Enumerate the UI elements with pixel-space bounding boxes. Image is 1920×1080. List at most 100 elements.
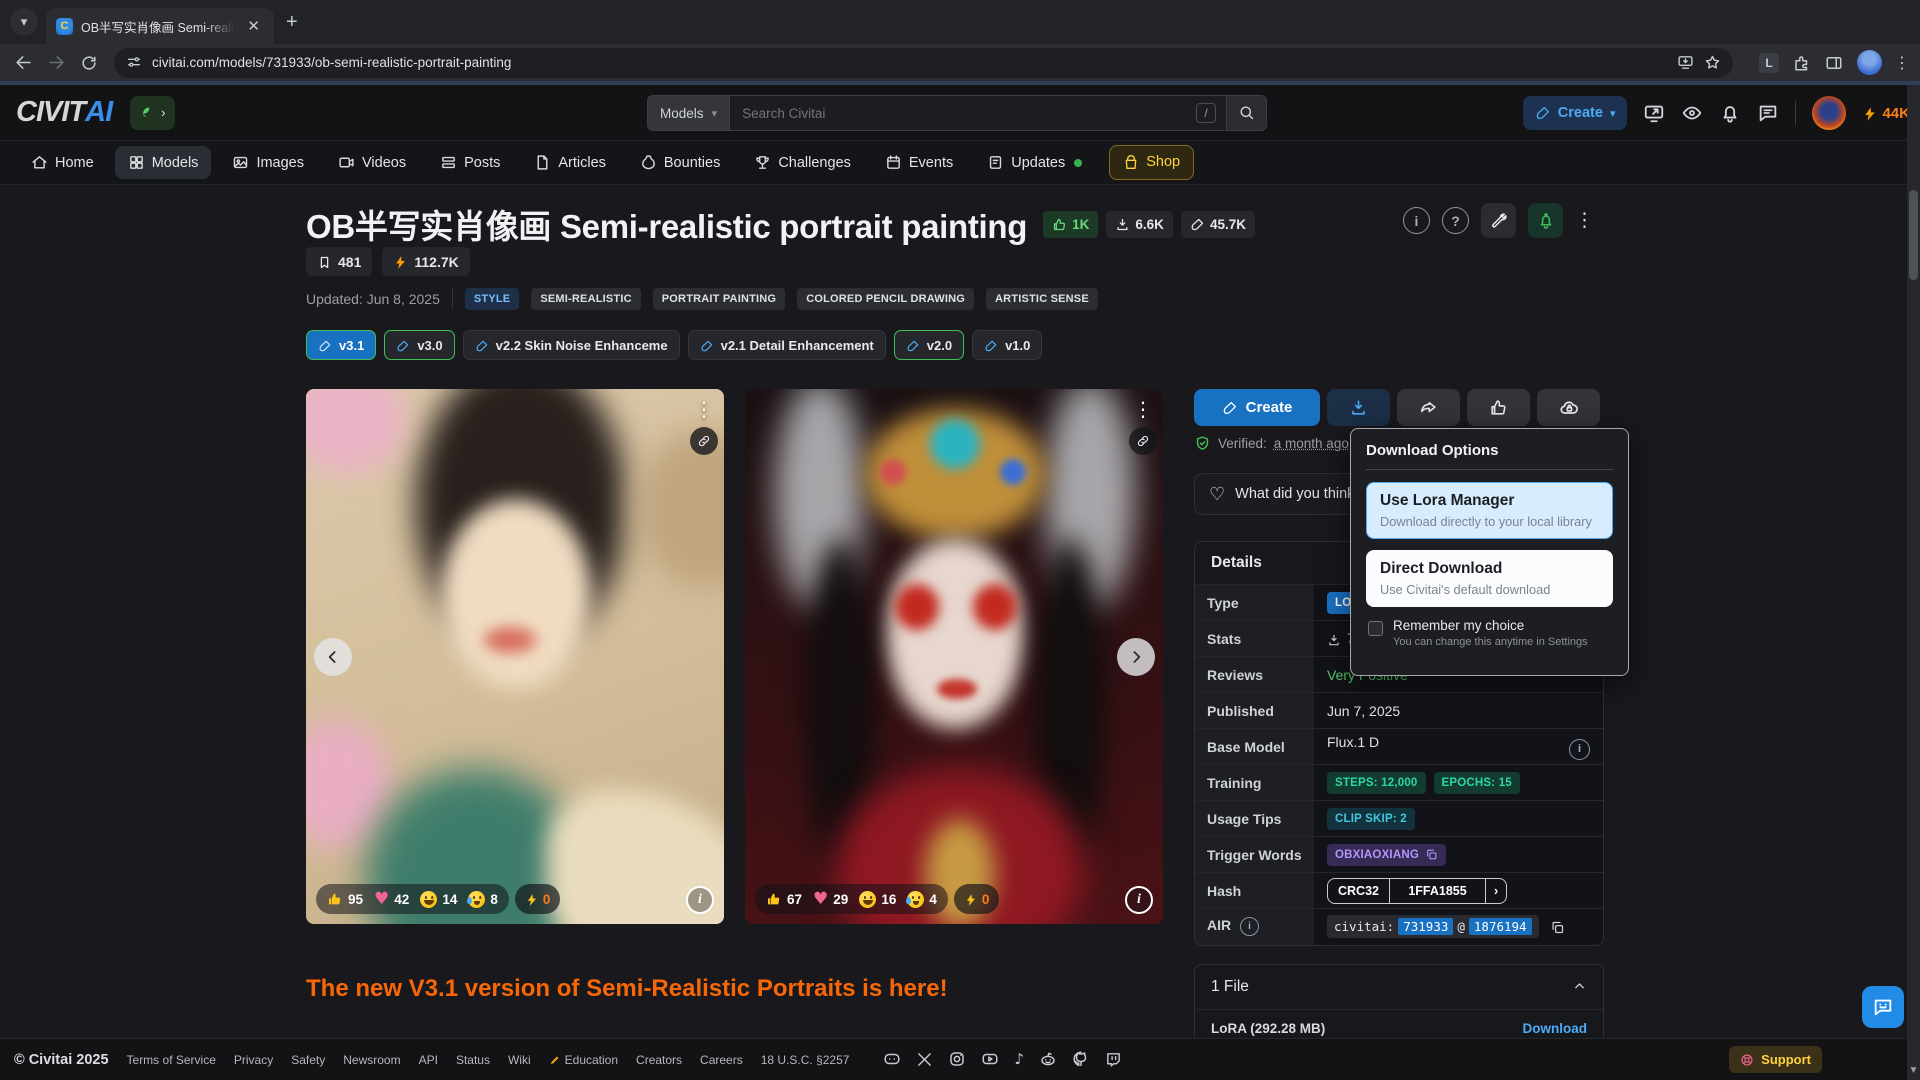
scrollbar-thumb[interactable] [1909,190,1918,280]
nav-item-events[interactable]: Events [872,146,966,179]
reaction-heart[interactable]: ♥42 [374,891,409,908]
image-link-icon[interactable] [1129,427,1157,455]
tag-style[interactable]: STYLE [465,288,519,310]
tab-search-button[interactable]: ▾ [10,8,38,36]
tag[interactable]: PORTRAIT PAINTING [653,288,785,310]
forward-button[interactable] [47,53,66,72]
url-bar[interactable]: civitai.com/models/731933/ob-semi-realis… [114,48,1733,78]
tab-close-icon[interactable]: ✕ [243,17,264,36]
bell-icon[interactable] [1719,102,1741,124]
scrollbar-down-arrow[interactable]: ▼ [1907,1065,1920,1076]
reaction-zap[interactable]: 0 [515,884,561,914]
reaction-laugh[interactable]: 16 [859,891,896,908]
help-icon[interactable]: ? [1442,207,1469,234]
reaction-like[interactable]: 95 [327,891,363,907]
search-button[interactable] [1227,95,1267,131]
collapse-chevron-icon[interactable] [1572,978,1587,996]
downloads-badge[interactable]: 6.6K [1106,211,1173,238]
version-tab-v3-0[interactable]: v3.0 [384,330,454,360]
github-icon[interactable] [1072,1050,1090,1068]
gallery-next-button[interactable] [1117,638,1155,676]
nav-item-posts[interactable]: Posts [427,146,513,179]
nav-item-home[interactable]: Home [18,146,107,179]
image-info-icon[interactable]: i [1125,886,1153,914]
support-chat-button[interactable] [1862,986,1904,1028]
footer-link-newsroom[interactable]: Newsroom [343,1053,400,1067]
nav-item-videos[interactable]: Videos [325,146,419,179]
tag[interactable]: COLORED PENCIL DRAWING [797,288,974,310]
nav-item-bounties[interactable]: Bounties [627,146,733,179]
gallery-image-1[interactable]: ⋮ 95 ♥42 14 8 0 i [306,389,724,924]
reload-button[interactable] [80,54,98,72]
extension-l-icon[interactable]: L [1759,53,1779,73]
footer-link-status[interactable]: Status [456,1053,490,1067]
option-lora-manager[interactable]: Use Lora Manager Download directly to yo… [1366,482,1613,539]
reaction-heart[interactable]: ♥29 [813,891,848,908]
nav-item-shop[interactable]: Shop [1109,145,1194,179]
copy-icon[interactable] [1550,918,1565,934]
bookmark-star-icon[interactable] [1704,54,1721,72]
generations-badge[interactable]: 45.7K [1181,211,1255,238]
info-icon[interactable]: i [1569,739,1590,760]
reaction-zap[interactable]: 0 [954,884,1000,914]
tiktok-icon[interactable]: ♪ [1014,1050,1024,1068]
new-tab-button[interactable]: + [286,11,298,34]
twitch-icon[interactable] [1105,1050,1122,1068]
reddit-icon[interactable] [1039,1050,1057,1068]
version-tab-v2-2[interactable]: v2.2 Skin Noise Enhanceme [463,330,680,360]
footer-link-education[interactable]: Education [549,1053,618,1067]
version-tab-v2-1[interactable]: v2.1 Detail Enhancement [688,330,886,360]
gallery-image-2[interactable]: ⋮ 67 ♥29 16 4 0 i [745,389,1163,924]
version-tab-v2-0[interactable]: v2.0 [894,330,964,360]
footer-link-terms[interactable]: Terms of Service [127,1053,216,1067]
support-button[interactable]: Support [1729,1046,1822,1073]
footer-link-creators[interactable]: Creators [636,1053,682,1067]
youtube-icon[interactable] [981,1050,999,1068]
nav-item-challenges[interactable]: Challenges [741,146,864,179]
page-scrollbar[interactable]: ▼ [1907,85,1920,1080]
likes-badge[interactable]: 1K [1043,211,1098,238]
save-page-icon[interactable] [1677,54,1694,72]
version-tab-v1-0[interactable]: v1.0 [972,330,1042,360]
user-avatar[interactable] [1812,96,1846,130]
image-menu-icon[interactable]: ⋮ [1133,397,1153,422]
gallery-prev-button[interactable] [314,638,352,676]
nav-item-images[interactable]: Images [219,146,317,179]
footer-link-api[interactable]: API [419,1053,438,1067]
notify-bell-button[interactable] [1528,203,1563,238]
reaction-laugh[interactable]: 14 [420,891,457,908]
site-settings-icon[interactable] [126,54,142,72]
footer-link-careers[interactable]: Careers [700,1053,743,1067]
copy-icon[interactable] [1425,848,1438,861]
browser-profile-avatar[interactable] [1857,50,1882,75]
search-category-select[interactable]: Models ▾ [647,95,729,131]
tag[interactable]: SEMI-REALISTIC [531,288,640,310]
trigger-word-badge[interactable]: OBXIAOXIANG [1327,844,1446,866]
browser-tab[interactable]: C OB半写实肖像画 Semi-realisti ✕ [46,8,274,44]
version-tab-v3-1[interactable]: v3.1 [306,330,376,360]
tools-button[interactable] [1481,203,1516,238]
image-link-icon[interactable] [690,427,718,455]
side-panel-icon[interactable] [1825,54,1843,72]
reaction-cry[interactable]: 4 [907,891,937,908]
info-icon[interactable]: i [1240,917,1259,936]
x-icon[interactable] [916,1050,933,1068]
generation-monitor-icon[interactable] [1643,102,1665,124]
nav-item-articles[interactable]: Articles [521,146,619,179]
tag[interactable]: ARTISTIC SENSE [986,288,1098,310]
reaction-like[interactable]: 67 [766,891,802,907]
header-create-button[interactable]: Create ▾ [1523,96,1628,130]
bookmarks-pill[interactable]: 481 [306,247,372,276]
back-button[interactable] [14,53,33,72]
create-button[interactable]: Create [1194,389,1320,426]
chat-icon[interactable] [1757,102,1779,124]
file-download-link[interactable]: Download [1523,1021,1588,1036]
image-menu-icon[interactable]: ⋮ [694,397,714,422]
footer-link-2257[interactable]: 18 U.S.C. §2257 [761,1053,850,1067]
vault-button[interactable] [1537,389,1600,426]
energy-balance[interactable]: 44K [1862,104,1910,121]
extensions-puzzle-icon[interactable] [1793,54,1811,72]
nav-item-updates[interactable]: Updates [974,146,1095,179]
footer-link-privacy[interactable]: Privacy [234,1053,273,1067]
download-button[interactable] [1327,389,1390,426]
